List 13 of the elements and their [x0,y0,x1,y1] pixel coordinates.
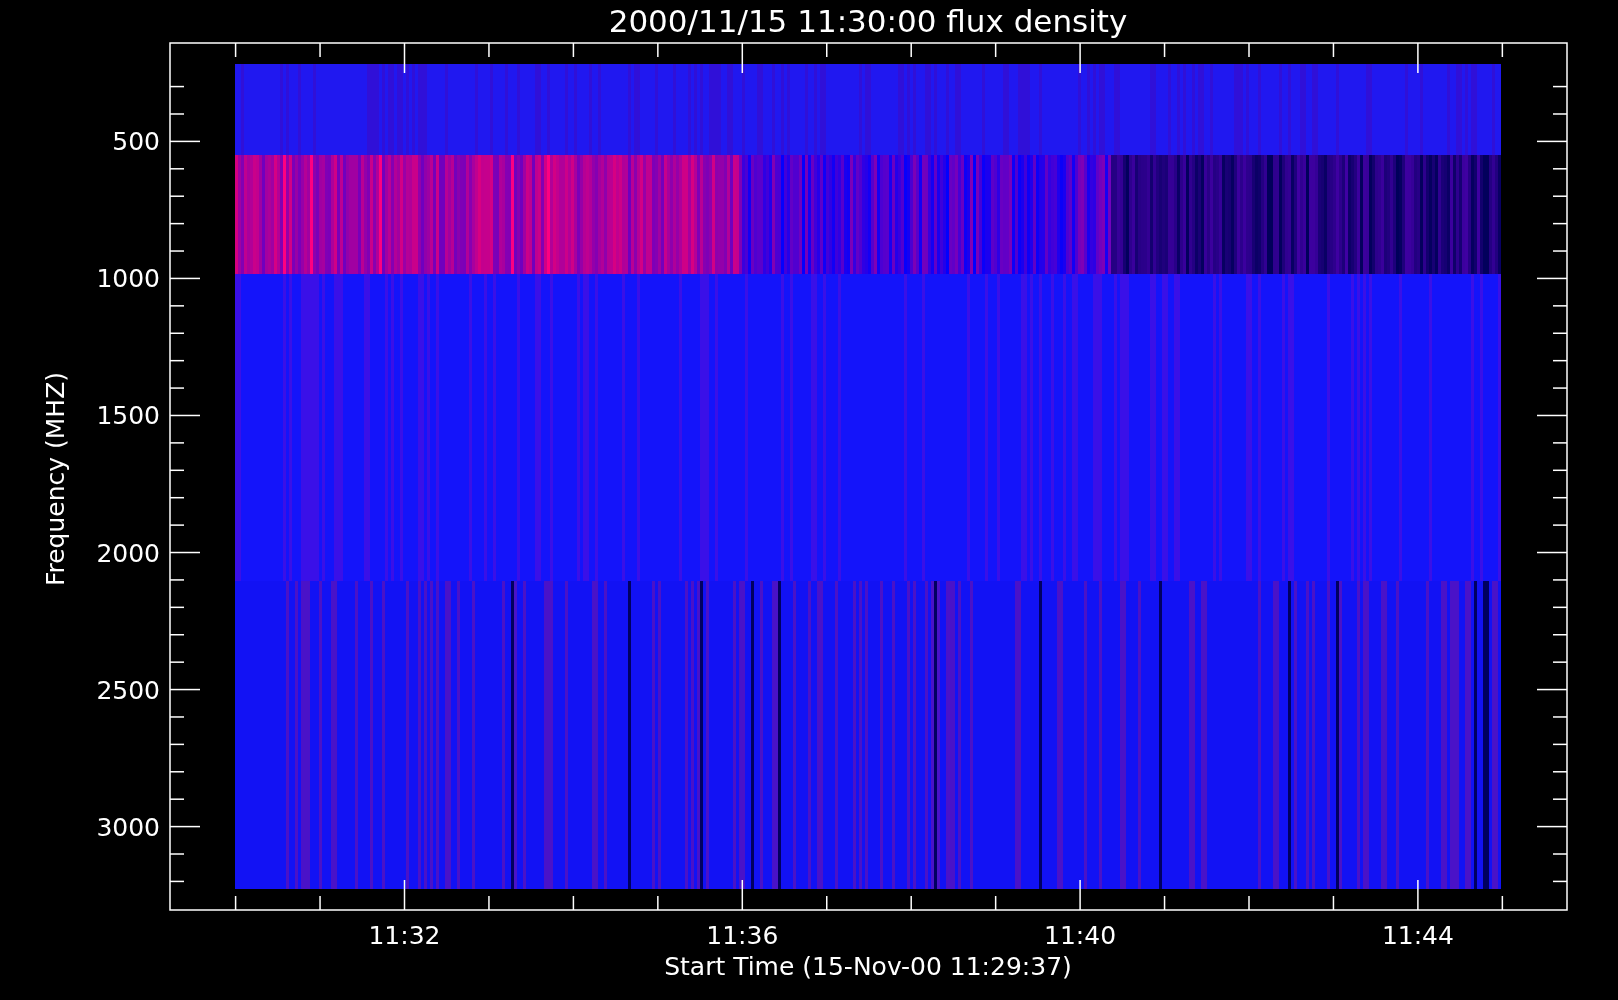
y-tick-label: 1000 [96,264,160,294]
y-tick-label: 3000 [96,812,160,842]
x-tick-label: 11:32 [368,921,441,950]
x-tick-label: 11:36 [706,921,779,950]
y-tick-label: 2500 [96,675,160,705]
y-tick-label: 1500 [96,401,160,431]
x-axis-label: Start Time (15-Nov-00 11:29:37) [664,952,1072,981]
x-tick-label: 11:44 [1381,921,1454,950]
plot-title: 2000/11/15 11:30:00 flux density [608,3,1128,39]
x-tick-label: 11:40 [1044,921,1117,950]
y-tick-label: 2000 [96,538,160,568]
y-axis-label: Frequency (MHZ) [41,371,70,587]
y-tick-label: 500 [112,127,160,157]
